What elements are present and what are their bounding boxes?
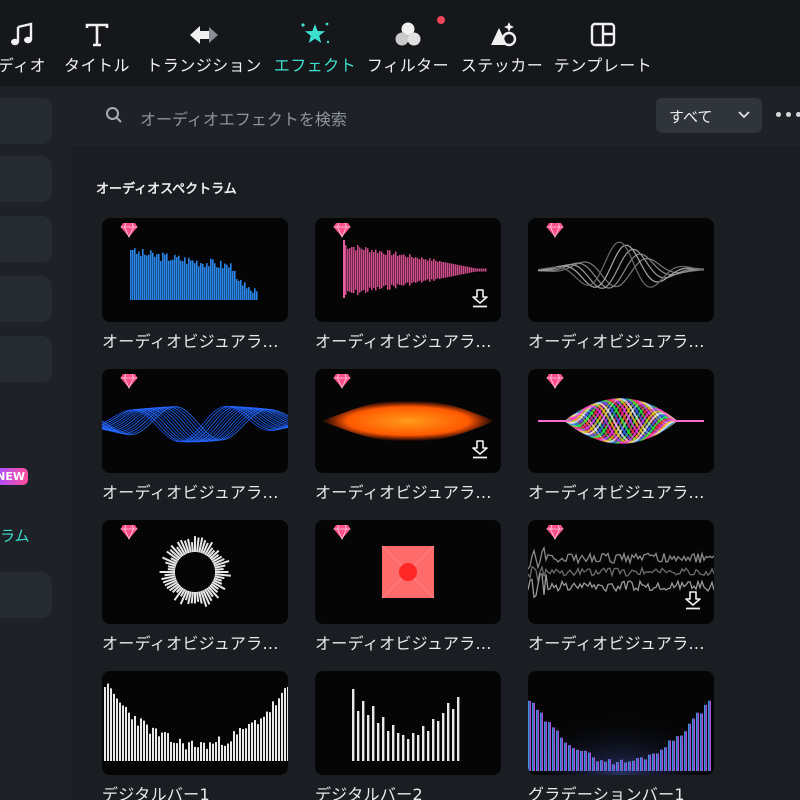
sidebar-item[interactable] [0,336,52,382]
search-header: オーディオエフェクトを検索 すべて [72,86,800,146]
effect-card[interactable]: オーディオビジュアラ... [528,218,714,352]
tab-title-label: タイトル [63,56,130,75]
effect-thumbnail[interactable] [315,218,501,322]
search-icon [106,107,122,123]
effect-card[interactable]: デジタルバー1 [102,671,288,800]
premium-gem-icon [546,222,564,238]
sidebar-item[interactable] [0,156,52,202]
sticker-icon [491,22,517,47]
effect-caption: オーディオビジュアラ... [102,634,279,653]
premium-gem-icon [333,222,351,238]
effect-card[interactable]: オーディオビジュアラ... [315,520,501,654]
effect-caption: オーディオビジュアラ... [528,483,705,502]
section-title: オーディオスペクトラム [96,182,237,197]
premium-gem-icon [333,524,351,540]
sidebar-item[interactable] [0,98,52,144]
effect-card[interactable]: オーディオビジュアラ... [315,369,501,503]
tab-filter[interactable]: フィルター [364,0,452,86]
effect-card[interactable]: オーディオビジュアラ... [528,369,714,503]
tab-template-label: テンプレート [553,56,653,75]
download-icon[interactable] [471,439,489,459]
effects-star-icon [301,22,330,44]
tab-sticker[interactable]: ステッカー [458,0,546,86]
filter-circles-icon [395,22,421,46]
premium-gem-icon [333,373,351,389]
sidebar-item[interactable] [0,572,52,618]
effect-card[interactable]: デジタルバー2 [315,671,501,800]
premium-gem-icon [546,524,564,540]
chevron-down-icon [738,111,750,119]
tab-transition[interactable]: トランジション [144,0,264,86]
effect-thumbnail[interactable] [102,671,288,775]
effect-card[interactable]: オーディオビジュアラ... [528,520,714,654]
filter-dropdown-value: すべて [669,108,713,126]
new-badge: NEW [0,468,28,485]
effect-thumbnail[interactable] [528,671,714,775]
search-input[interactable]: オーディオエフェクトを検索 [140,106,347,130]
effect-caption: オーディオビジュアラ... [528,332,705,351]
effect-caption: オーディオビジュアラ... [315,634,492,653]
effect-caption: オーディオビジュアラ... [528,634,705,653]
effect-thumbnail[interactable] [315,520,501,624]
transition-arrows-icon [190,26,218,44]
tab-transition-label: トランジション [146,56,262,75]
effect-caption: オーディオビジュアラ... [315,332,492,351]
effect-thumbnail[interactable] [102,520,288,624]
filter-notification-dot [437,16,445,24]
effect-caption: オーディオビジュアラ... [102,483,279,502]
tab-title[interactable]: タイトル [62,0,132,86]
effect-thumbnail[interactable] [102,218,288,322]
effect-caption: オーディオビジュアラ... [102,332,279,351]
tab-effects-label: エフェクト [273,56,357,75]
premium-gem-icon [120,524,138,540]
download-icon[interactable] [471,288,489,308]
effect-thumbnail[interactable] [102,369,288,473]
more-options-button[interactable] [776,112,800,117]
effect-card[interactable]: グラデーションバー1 [528,671,714,800]
tab-template[interactable]: テンプレート [552,0,654,86]
effect-caption: オーディオビジュアラ... [315,483,492,502]
tab-sticker-label: ステッカー [460,56,544,75]
sidebar-item[interactable] [0,216,52,262]
tab-audio[interactable]: ディオ [0,0,54,86]
effects-toolbar: ディオ タイトル トランジション エフェクト フィルター ステッカー テンプレー… [0,0,800,86]
sidebar-item[interactable] [0,276,52,322]
filter-dropdown[interactable]: すべて [656,98,762,133]
effect-card[interactable]: オーディオビジュアラ... [102,369,288,503]
effect-card[interactable]: オーディオビジュアラ... [315,218,501,352]
music-note-icon [11,22,33,46]
premium-gem-icon [120,222,138,238]
tab-filter-label: フィルター [366,56,450,75]
effect-caption: グラデーションバー1 [528,785,685,800]
premium-gem-icon [120,373,138,389]
effect-thumbnail[interactable] [528,520,714,624]
category-sidebar: NEW ラム [0,86,72,800]
effect-caption: デジタルバー1 [102,785,210,800]
effect-thumbnail[interactable] [315,369,501,473]
download-icon[interactable] [684,590,702,610]
effects-grid-panel: オーディオスペクトラム オーディオビジュアラ... オーディオビジュアラ... オー… [72,146,800,800]
tab-audio-label: ディオ [0,56,47,75]
text-t-icon [85,23,109,47]
tab-effects[interactable]: エフェクト [272,0,358,86]
effect-thumbnail[interactable] [528,369,714,473]
effect-thumbnail[interactable] [528,218,714,322]
template-layout-icon [590,22,616,47]
sidebar-item-audio-spectrum[interactable]: ラム [0,525,30,546]
effect-card[interactable]: オーディオビジュアラ... [102,218,288,352]
effect-card[interactable]: オーディオビジュアラ... [102,520,288,654]
effect-caption: デジタルバー2 [315,785,423,800]
effect-thumbnail[interactable] [315,671,501,775]
premium-gem-icon [546,373,564,389]
